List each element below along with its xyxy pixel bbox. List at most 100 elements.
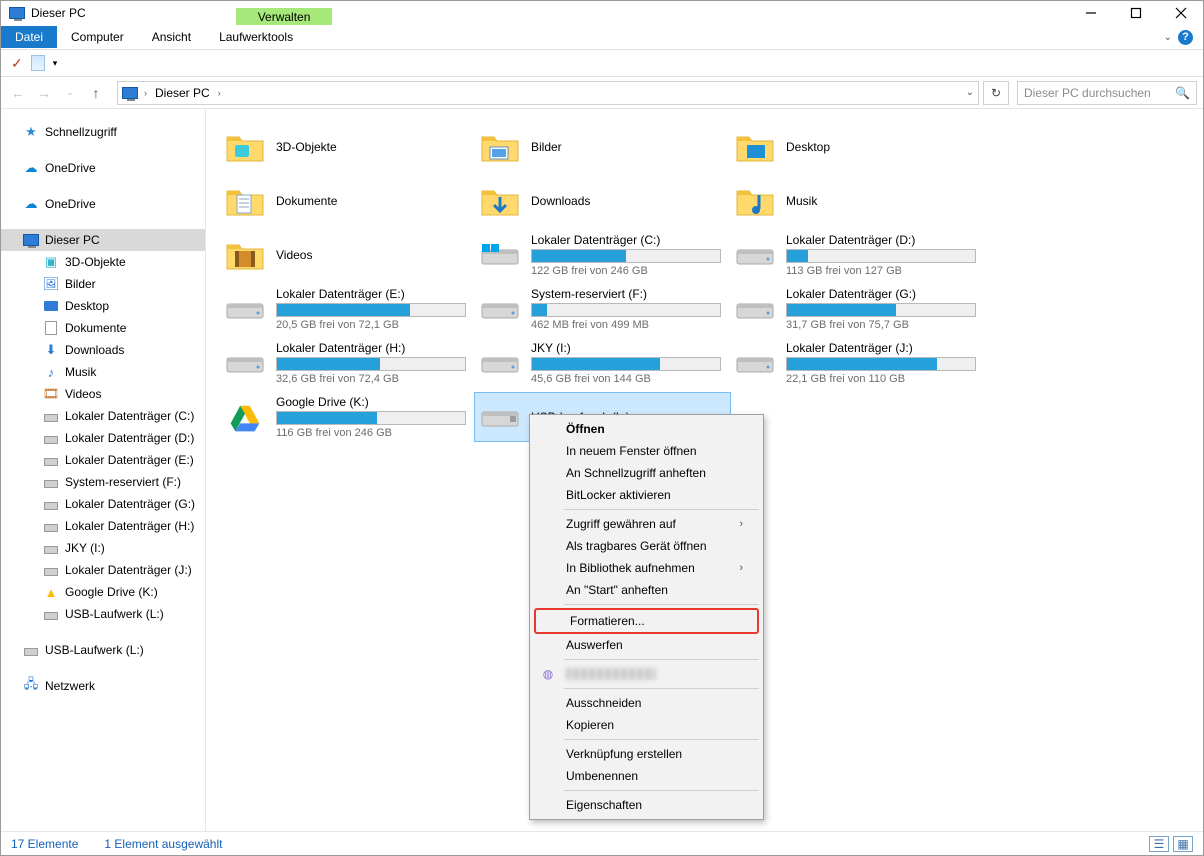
folder-tile[interactable]: Musik: [730, 177, 985, 225]
ribbon-tab-file[interactable]: Datei: [1, 26, 57, 48]
sidebar-item-quickaccess[interactable]: ★ Schnellzugriff: [1, 121, 205, 143]
tile-name: Lokaler Datenträger (D:): [786, 233, 981, 247]
search-input[interactable]: Dieser PC durchsuchen 🔍: [1017, 81, 1197, 105]
folder-tile[interactable]: 3D-Objekte: [220, 123, 475, 171]
download-icon: ⬇: [43, 342, 59, 358]
tile-name: JKY (I:): [531, 341, 726, 355]
sidebar-item-network[interactable]: 🖧 Netzwerk: [1, 675, 205, 697]
usb-drive-icon: [43, 606, 59, 622]
sidebar-item-music[interactable]: ♪ Musik: [1, 361, 205, 383]
drive-tile[interactable]: Lokaler Datenträger (J:)22,1 GB frei von…: [730, 339, 985, 387]
ctx-unknown[interactable]: ◍: [532, 663, 761, 685]
minimize-button[interactable]: [1068, 1, 1113, 25]
folder-icon: [479, 180, 521, 222]
qat-properties-icon[interactable]: ✓: [11, 55, 23, 72]
sidebar-item-documents[interactable]: Dokumente: [1, 317, 205, 339]
sidebar-item-videos[interactable]: 🎞 Videos: [1, 383, 205, 405]
capacity-bar: [531, 357, 721, 371]
ctx-pin-quick[interactable]: An Schnellzugriff anheften: [532, 462, 761, 484]
help-icon[interactable]: ?: [1178, 30, 1193, 45]
folder-tile[interactable]: Downloads: [475, 177, 730, 225]
ribbon-tab-drivetools[interactable]: Laufwerktools: [205, 26, 307, 48]
view-tiles-button[interactable]: ▦: [1173, 836, 1193, 852]
sidebar-item-onedrive[interactable]: ☁ OneDrive: [1, 193, 205, 215]
tile-subtext: 462 MB frei von 499 MB: [531, 319, 726, 331]
context-menu: Öffnen In neuem Fenster öffnen An Schnel…: [529, 414, 764, 820]
drive-tile[interactable]: Lokaler Datenträger (C:)122 GB frei von …: [475, 231, 730, 279]
qat-customize-icon[interactable]: ▾: [53, 58, 58, 69]
drive-tile[interactable]: System-reserviert (F:)462 MB frei von 49…: [475, 285, 730, 333]
maximize-button[interactable]: [1113, 1, 1158, 25]
chevron-right-icon[interactable]: ›: [216, 88, 223, 98]
sidebar-item-onedrive[interactable]: ☁ OneDrive: [1, 157, 205, 179]
close-button[interactable]: [1158, 1, 1203, 25]
drive-icon: [43, 562, 59, 578]
sidebar-item-label: Lokaler Datenträger (J:): [65, 563, 192, 577]
ctx-properties[interactable]: Eigenschaften: [532, 794, 761, 816]
sidebar-item-drive-f[interactable]: System-reserviert (F:): [1, 471, 205, 493]
ribbon-tab-view[interactable]: Ansicht: [138, 26, 205, 48]
drive-tile[interactable]: Google Drive (K:)116 GB frei von 246 GB: [220, 393, 475, 441]
sidebar-item-drive-g[interactable]: Lokaler Datenträger (G:): [1, 493, 205, 515]
sidebar-item-drive-d[interactable]: Lokaler Datenträger (D:): [1, 427, 205, 449]
sidebar-item-drive-h[interactable]: Lokaler Datenträger (H:): [1, 515, 205, 537]
chevron-right-icon: ›: [739, 518, 743, 530]
sidebar-item-drive-e[interactable]: Lokaler Datenträger (E:): [1, 449, 205, 471]
folder-icon: [224, 126, 266, 168]
ctx-create-shortcut[interactable]: Verknüpfung erstellen: [532, 743, 761, 765]
sidebar-item-drive-k[interactable]: ▲ Google Drive (K:): [1, 581, 205, 603]
folder-tile[interactable]: Dokumente: [220, 177, 475, 225]
ctx-include-library[interactable]: In Bibliothek aufnehmen›: [532, 557, 761, 579]
ribbon-tab-computer[interactable]: Computer: [57, 26, 138, 48]
this-pc-icon: [9, 7, 25, 19]
address-bar[interactable]: › Dieser PC › ⌄: [117, 81, 979, 105]
ctx-copy[interactable]: Kopieren: [532, 714, 761, 736]
ctx-cut[interactable]: Ausschneiden: [532, 692, 761, 714]
address-dropdown-icon[interactable]: ⌄: [966, 87, 974, 98]
drive-tile[interactable]: Lokaler Datenträger (E:)20,5 GB frei von…: [220, 285, 475, 333]
nav-up-button[interactable]: ↑: [85, 82, 107, 104]
ctx-pin-start[interactable]: An "Start" anheften: [532, 579, 761, 601]
ctx-grant-access[interactable]: Zugriff gewähren auf›: [532, 513, 761, 535]
sidebar-item-label: Lokaler Datenträger (H:): [65, 519, 194, 533]
view-details-button[interactable]: ☰: [1149, 836, 1169, 852]
folder-tile[interactable]: Videos: [220, 231, 475, 279]
breadcrumb-this-pc[interactable]: Dieser PC: [153, 86, 212, 100]
nav-back-button[interactable]: ←: [7, 82, 29, 104]
ctx-open[interactable]: Öffnen: [532, 418, 761, 440]
sidebar-item-pictures[interactable]: 🖼 Bilder: [1, 273, 205, 295]
ctx-format[interactable]: Formatieren...: [536, 610, 757, 632]
tile-name: Lokaler Datenträger (H:): [276, 341, 471, 355]
nav-recent-dropdown[interactable]: ⌄: [59, 82, 81, 104]
ctx-open-new-window[interactable]: In neuem Fenster öffnen: [532, 440, 761, 462]
folder-icon: [734, 180, 776, 222]
chevron-right-icon[interactable]: ›: [142, 88, 149, 98]
ctx-bitlocker[interactable]: BitLocker aktivieren: [532, 484, 761, 506]
ctx-open-portable[interactable]: Als tragbares Gerät öffnen: [532, 535, 761, 557]
sidebar-item-usb[interactable]: USB-Laufwerk (L:): [1, 639, 205, 661]
sidebar-item-3dobjects[interactable]: ▣ 3D-Objekte: [1, 251, 205, 273]
drive-tile[interactable]: Lokaler Datenträger (D:)113 GB frei von …: [730, 231, 985, 279]
nav-forward-button[interactable]: →: [33, 82, 55, 104]
sidebar-item-downloads[interactable]: ⬇ Downloads: [1, 339, 205, 361]
sidebar-item-drive-c[interactable]: Lokaler Datenträger (C:): [1, 405, 205, 427]
ctx-rename[interactable]: Umbenennen: [532, 765, 761, 787]
folder-tile[interactable]: Desktop: [730, 123, 985, 171]
qat-newfolder-icon[interactable]: [31, 55, 45, 71]
drive-tile[interactable]: JKY (I:)45,6 GB frei von 144 GB: [475, 339, 730, 387]
app-icon: ◍: [540, 666, 556, 682]
sidebar-item-drive-j[interactable]: Lokaler Datenträger (J:): [1, 559, 205, 581]
sidebar-item-desktop[interactable]: Desktop: [1, 295, 205, 317]
sidebar-item-drive-i[interactable]: JKY (I:): [1, 537, 205, 559]
drive-tile[interactable]: Lokaler Datenträger (H:)32,6 GB frei von…: [220, 339, 475, 387]
folder-tile[interactable]: Bilder: [475, 123, 730, 171]
drive-tile[interactable]: Lokaler Datenträger (G:)31,7 GB frei von…: [730, 285, 985, 333]
video-icon: 🎞: [43, 386, 59, 402]
sidebar-item-drive-l[interactable]: USB-Laufwerk (L:): [1, 603, 205, 625]
drive-icon: [224, 288, 266, 330]
refresh-button[interactable]: ↻: [983, 81, 1009, 105]
ctx-eject[interactable]: Auswerfen: [532, 634, 761, 656]
ribbon-collapse-icon[interactable]: ⌄: [1164, 32, 1172, 43]
capacity-bar: [276, 411, 466, 425]
sidebar-item-thispc[interactable]: Dieser PC: [1, 229, 205, 251]
